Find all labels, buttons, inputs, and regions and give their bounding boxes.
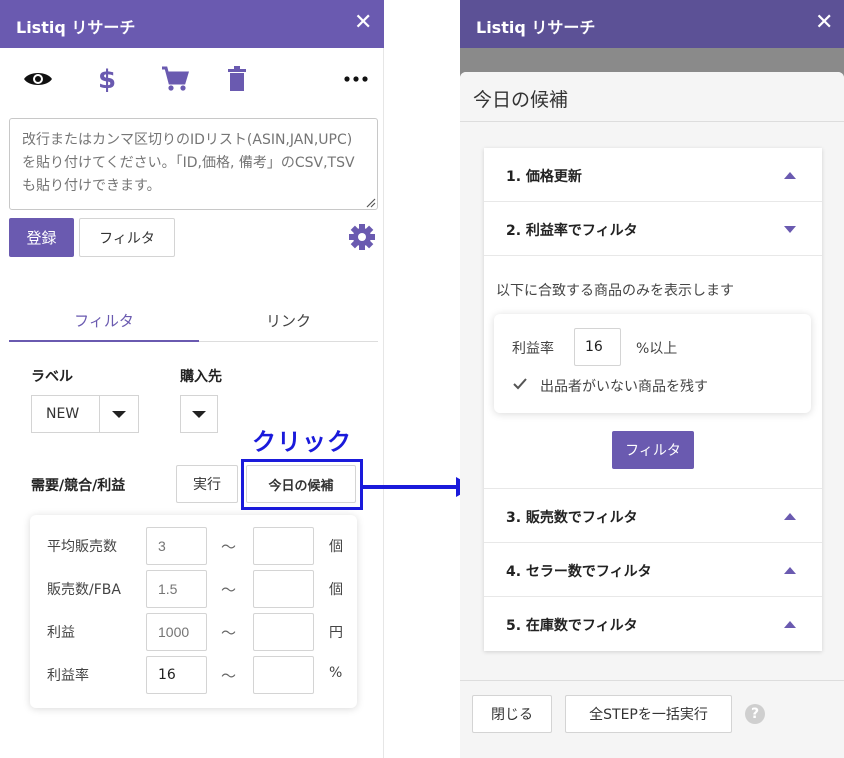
annotation-arrow-icon	[362, 477, 474, 497]
filter-button[interactable]: フィルタ	[79, 218, 175, 257]
label-select-value: NEW	[46, 406, 80, 422]
dialog-title: 今日の候補	[473, 89, 569, 111]
id-list-input[interactable]	[9, 118, 378, 210]
range-row-avg-sales: 平均販売数 〜 個	[30, 527, 357, 565]
chevron-down-icon	[784, 226, 796, 233]
annotation-click-label: クリック	[252, 428, 352, 456]
dialog-header: 今日の候補	[460, 72, 844, 122]
demand-heading: 需要/競合/利益	[31, 478, 126, 494]
tab-link[interactable]: リンク	[199, 300, 378, 342]
source-heading: 購入先	[180, 369, 222, 385]
close-icon[interactable]: ✕	[815, 9, 833, 37]
margin-label: 利益率	[512, 341, 554, 357]
range-min-input[interactable]: 16	[146, 656, 207, 694]
resize-grip-icon[interactable]	[364, 196, 376, 208]
range-unit: 個	[329, 582, 343, 598]
gear-icon[interactable]	[348, 223, 376, 251]
step-title: 2. 利益率でフィルタ	[506, 223, 638, 239]
range-label: 利益	[47, 625, 75, 641]
range-max-input[interactable]	[253, 527, 314, 565]
step-title: 5. 在庫数でフィルタ	[506, 618, 638, 634]
annotation-highlight-box	[241, 459, 363, 510]
steps-accordion: 1. 価格更新 2. 利益率でフィルタ 以下に合致する商品のみを表示します 利益…	[484, 148, 822, 651]
research-panel: Listiq リサーチ ✕ $ 登録 フィルタ フィルタ リ	[0, 0, 384, 758]
run-button[interactable]: 実行	[176, 465, 238, 503]
app-title: Listiq リサーチ	[16, 18, 136, 37]
step-title: 4. セラー数でフィルタ	[506, 564, 652, 580]
app-title: Listiq リサーチ	[476, 18, 596, 37]
margin-filter-card: 利益率 16 %以上 出品者がいない商品を残す	[494, 314, 811, 413]
step-header-margin-filter[interactable]: 2. 利益率でフィルタ	[484, 202, 822, 256]
chevron-up-icon	[784, 513, 796, 520]
range-max-input[interactable]	[253, 656, 314, 694]
register-button[interactable]: 登録	[9, 218, 74, 257]
range-separator: 〜	[221, 667, 237, 685]
close-icon[interactable]: ✕	[354, 9, 372, 37]
range-label: 平均販売数	[47, 539, 117, 555]
research-panel-with-dialog: Listiq リサーチ ✕ 今日の候補 1. 価格更新 2. 利益率でフィルタ …	[460, 0, 844, 758]
range-max-input[interactable]	[253, 613, 314, 651]
range-separator: 〜	[221, 624, 237, 642]
range-row-margin: 利益率 16 〜 %	[30, 656, 357, 694]
range-unit: 円	[329, 625, 343, 641]
step-description: 以下に合致する商品のみを表示します	[496, 283, 734, 299]
chevron-down-icon	[192, 410, 206, 418]
keep-no-seller-label[interactable]: 出品者がいない商品を残す	[540, 376, 708, 396]
chevron-up-icon	[784, 621, 796, 628]
chevron-up-icon	[784, 567, 796, 574]
dialog-footer: 閉じる 全STEPを一括実行 ?	[460, 680, 844, 758]
checkmark-icon[interactable]	[511, 375, 529, 393]
step-filter-button[interactable]: フィルタ	[612, 431, 694, 469]
step-header-stock-filter[interactable]: 5. 在庫数でフィルタ	[484, 597, 822, 651]
more-icon[interactable]	[341, 64, 371, 94]
trash-icon[interactable]	[222, 64, 252, 94]
range-min-input[interactable]	[146, 613, 207, 651]
label-select[interactable]: NEW	[31, 395, 100, 433]
svg-text:$: $	[98, 65, 116, 94]
range-separator: 〜	[221, 581, 237, 599]
title-bar: Listiq リサーチ ✕	[460, 0, 844, 48]
step-title: 3. 販売数でフィルタ	[506, 510, 638, 526]
range-min-input[interactable]	[146, 570, 207, 608]
range-unit: 個	[329, 539, 343, 555]
step-header-price-update[interactable]: 1. 価格更新	[484, 148, 822, 202]
range-unit: %	[329, 665, 343, 681]
step-header-seller-filter[interactable]: 4. セラー数でフィルタ	[484, 543, 822, 597]
range-max-input[interactable]	[253, 570, 314, 608]
margin-input[interactable]: 16	[574, 328, 621, 366]
range-separator: 〜	[221, 538, 237, 556]
label-dropdown-button[interactable]	[99, 395, 139, 433]
cart-icon[interactable]	[160, 64, 190, 94]
margin-suffix: %以上	[636, 341, 678, 357]
range-row-profit: 利益 〜 円	[30, 613, 357, 651]
today-candidates-dialog: 今日の候補 1. 価格更新 2. 利益率でフィルタ 以下に合致する商品のみを表示…	[460, 72, 844, 758]
dollar-icon[interactable]: $	[92, 64, 122, 94]
help-icon[interactable]: ?	[745, 704, 765, 724]
title-bar: Listiq リサーチ ✕	[0, 0, 384, 48]
step-title: 1. 価格更新	[506, 169, 582, 185]
range-label: 販売数/FBA	[47, 582, 121, 598]
range-min-input[interactable]	[146, 527, 207, 565]
chevron-up-icon	[784, 172, 796, 179]
label-heading: ラベル	[31, 369, 73, 385]
step-body-margin-filter: 以下に合致する商品のみを表示します 利益率 16 %以上 出品者がいない商品を残…	[484, 256, 822, 489]
range-row-sales-fba: 販売数/FBA 〜 個	[30, 570, 357, 608]
chevron-down-icon	[112, 410, 126, 418]
range-label: 利益率	[47, 668, 89, 684]
eye-icon[interactable]	[23, 64, 53, 94]
run-all-steps-button[interactable]: 全STEPを一括実行	[565, 695, 732, 733]
tab-filter[interactable]: フィルタ	[9, 300, 199, 342]
close-button[interactable]: 閉じる	[472, 695, 552, 733]
source-dropdown-button[interactable]	[180, 395, 218, 433]
range-filter-card: 平均販売数 〜 個 販売数/FBA 〜 個 利益 〜 円 利益率 16 〜 %	[30, 515, 357, 708]
step-header-sales-filter[interactable]: 3. 販売数でフィルタ	[484, 489, 822, 543]
